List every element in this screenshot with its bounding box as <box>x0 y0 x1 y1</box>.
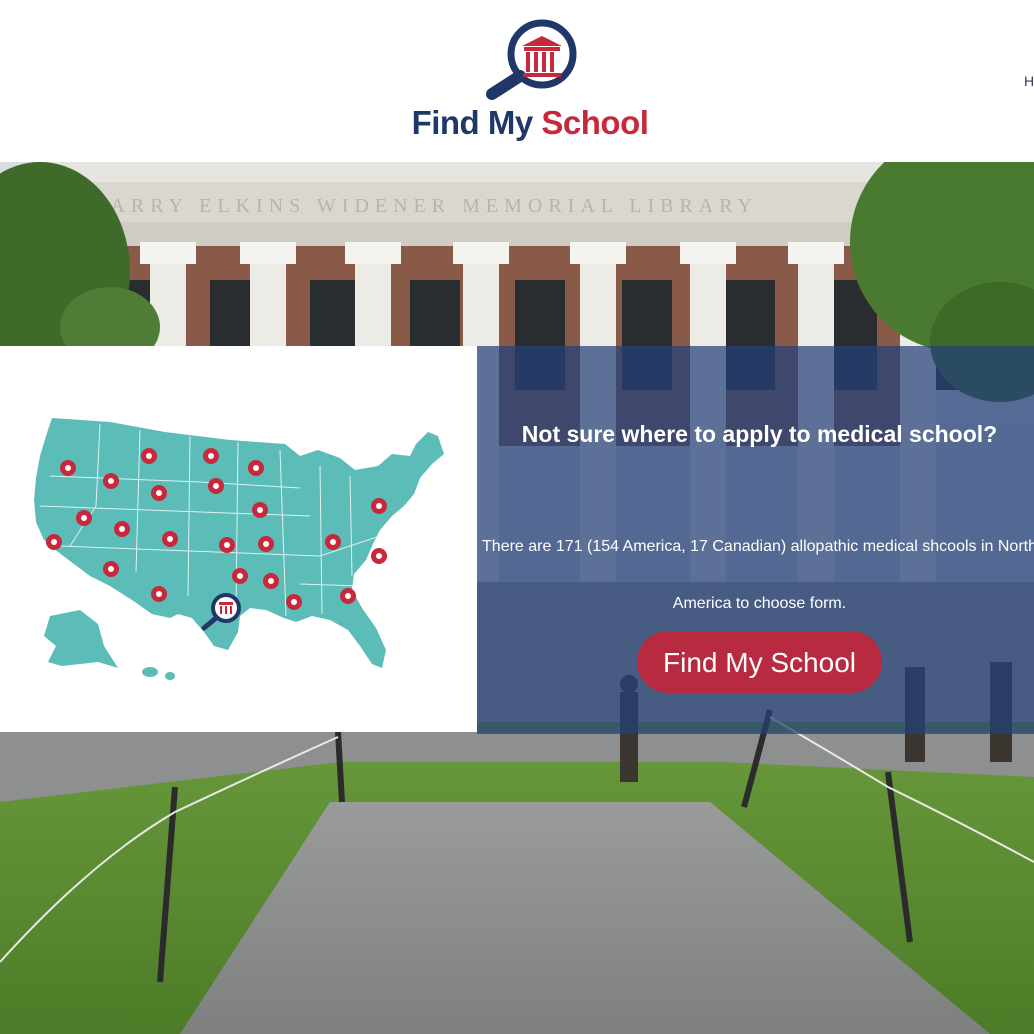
map-pin-icon <box>232 568 248 584</box>
magnifier-logo-icon <box>486 19 577 100</box>
map-pin-icon <box>371 548 387 564</box>
map-pin-icon <box>103 473 119 489</box>
map-pin-icon <box>219 537 235 553</box>
map-pin-icon <box>114 521 130 537</box>
usa-map-card <box>0 346 477 732</box>
map-pin-icon <box>141 448 157 464</box>
panel-title: Not sure where to apply to medical schoo… <box>521 421 998 447</box>
map-pin-icon <box>103 561 119 577</box>
map-pin-icon <box>248 460 264 476</box>
map-pin-icon <box>252 502 268 518</box>
logo-text-find: Find My <box>411 104 534 141</box>
site-header: Find My School H <box>0 0 1034 162</box>
map-pin-icon <box>263 573 279 589</box>
site-logo[interactable]: Find My School <box>400 16 660 148</box>
map-pin-icon <box>371 498 387 514</box>
map-pin-icon <box>151 586 167 602</box>
panel-body: There are 171 (154 America, 17 Canadian)… <box>482 538 1034 612</box>
map-pin-icon <box>203 448 219 464</box>
alaska-shape <box>44 610 118 668</box>
usa-map-illustration <box>34 418 444 680</box>
find-my-school-button[interactable]: Find My School <box>637 631 882 693</box>
map-pin-icon <box>162 531 178 547</box>
map-pin-icon <box>286 594 302 610</box>
logo-text-school: School <box>541 104 649 141</box>
logo-wordmark: Find My School <box>400 104 660 142</box>
info-panel: Not sure where to apply to medical schoo… <box>477 346 1034 734</box>
map-pin-icon <box>325 534 341 550</box>
map-pin-icon <box>46 534 62 550</box>
map-pin-icon <box>60 460 76 476</box>
map-pin-icon <box>151 485 167 501</box>
building-inscription: HARRY ELKINS WIDENER MEMORIAL LIBRARY <box>90 195 758 217</box>
nav-link-home[interactable]: H <box>1024 73 1034 89</box>
map-pin-icon <box>258 536 274 552</box>
map-pin-icon <box>340 588 356 604</box>
map-pin-icon <box>76 510 92 526</box>
courthouse-icon <box>522 36 562 77</box>
map-pin-icon <box>208 478 224 494</box>
